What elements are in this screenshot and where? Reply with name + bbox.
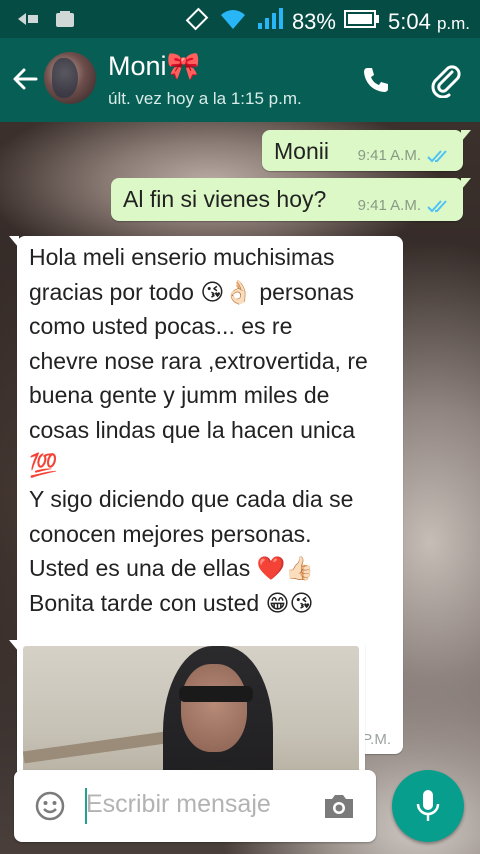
camera-icon[interactable]: [322, 790, 356, 822]
message-body: Hola meli enserio muchisimas gracias por…: [29, 240, 397, 621]
chat-area[interactable]: Monii 9:41 A.M. Al fin si vienes hoy? 9:…: [0, 122, 480, 854]
message-meta: 9:41 A.M.: [358, 147, 453, 164]
battery-icon: [343, 9, 380, 34]
message-line: conocen mejores personas.: [29, 520, 312, 547]
message-line: Y sigo diciendo que cada dia se: [29, 486, 354, 513]
mic-icon: [416, 790, 440, 821]
clock: 5:04 p.m.: [387, 8, 470, 34]
status-left-icons: [16, 9, 76, 34]
last-seen: últ. vez hoy a la 1:15 p.m.: [108, 89, 302, 108]
paperclip-icon[interactable]: [428, 62, 464, 99]
message-line: como usted pocas... es re: [29, 313, 293, 340]
message-composer[interactable]: Escribir mensaje: [14, 770, 376, 842]
phone-icon[interactable]: [360, 64, 392, 96]
message-outgoing[interactable]: Monii 9:41 A.M.: [262, 130, 471, 171]
double-check-icon: [427, 149, 447, 162]
chat-header: Moni🎀 últ. vez hoy a la 1:15 p.m.: [0, 38, 480, 122]
message-line: Bonita tarde con usted 😁😘: [29, 589, 314, 616]
mic-button[interactable]: [392, 770, 464, 842]
message-text: Monii: [274, 138, 329, 164]
wifi-icon: [218, 7, 248, 36]
signal-icon: [256, 7, 284, 36]
double-check-icon: [427, 199, 447, 212]
status-right: 83% 5:04 p.m.: [184, 6, 470, 37]
message-outgoing[interactable]: Al fin si vienes hoy? 9:41 A.M.: [111, 178, 471, 221]
avatar[interactable]: [44, 52, 96, 104]
rotation-icon: [184, 6, 210, 37]
gallery-icon: [54, 9, 76, 34]
message-line: cosas lindas que la hacen unica: [29, 416, 356, 443]
smiley-icon[interactable]: [34, 790, 66, 822]
message-meta: 9:41 A.M.: [358, 197, 453, 214]
message-line: 💯: [29, 451, 58, 478]
status-bar: 83% 5:04 p.m.: [0, 0, 480, 38]
message-time: 9:41 A.M.: [357, 147, 421, 164]
message-time: 9:41 A.M.: [357, 197, 421, 214]
battery-percent: 83%: [291, 8, 336, 34]
message-line: buena gente y jumm miles de: [29, 382, 330, 409]
message-line: gracias por todo 😘👌🏻 personas: [29, 278, 354, 305]
message-text: Al fin si vienes hoy?: [123, 186, 327, 212]
message-line: chevre nose rara ,extrovertida, re: [29, 347, 368, 374]
message-line: Usted es una de ellas ❤️👍🏻: [29, 555, 314, 582]
notification-icon: [16, 9, 42, 34]
contact-name[interactable]: Moni🎀: [108, 50, 200, 82]
back-arrow-icon[interactable]: [10, 64, 40, 94]
message-input[interactable]: Escribir mensaje: [86, 790, 271, 819]
message-line: Hola meli enserio muchisimas: [29, 244, 335, 270]
